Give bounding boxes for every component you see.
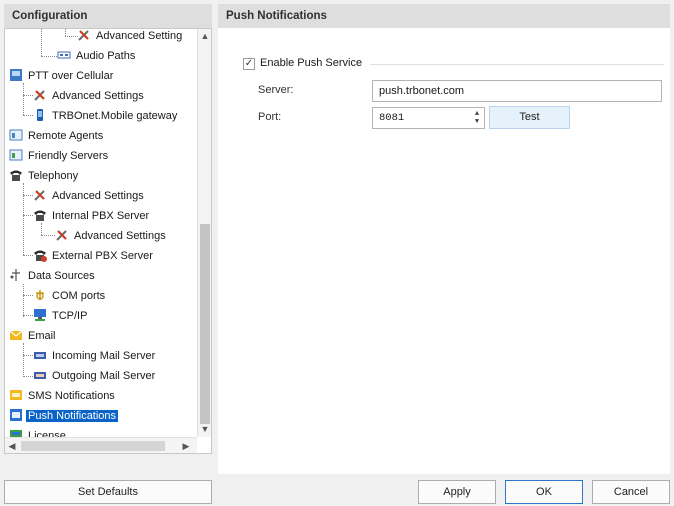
tree-item-push-notifications[interactable]: Push Notifications: [9, 407, 119, 425]
email-icon: [9, 328, 23, 342]
tree-item-tcp-ip[interactable]: TCP/IP: [33, 307, 89, 325]
vertical-scroll-thumb[interactable]: [200, 224, 210, 424]
wrench-icon: [77, 29, 91, 42]
set-defaults-label: Set Defaults: [78, 486, 138, 498]
cancel-button[interactable]: Cancel: [592, 480, 670, 504]
tree-item-email[interactable]: Email: [9, 327, 58, 345]
test-button-label: Test: [519, 111, 540, 123]
tree-item-label: Remote Agents: [28, 130, 104, 143]
set-defaults-button[interactable]: Set Defaults: [4, 480, 212, 504]
data-sources-icon: [9, 268, 23, 282]
port-stepper[interactable]: 8081 ▲ ▼: [372, 107, 485, 129]
tree-item-outgoing-mail-server[interactable]: Outgoing Mail Server: [33, 367, 157, 385]
network-icon: [33, 308, 47, 322]
tree-item-mobile-gateway[interactable]: TRBOnet.Mobile gateway: [33, 107, 179, 125]
tree-item-label: TRBOnet.Mobile gateway: [52, 110, 178, 123]
tree-item-label: Incoming Mail Server: [52, 350, 156, 363]
server-input[interactable]: push.trbonet.com: [372, 80, 662, 102]
configuration-tree[interactable]: Advanced Setting Audio Paths PTT over Ce…: [4, 28, 212, 454]
scroll-down-arrow-icon[interactable]: ▼: [198, 422, 211, 436]
push-notifications-header: Push Notifications: [218, 4, 670, 28]
tree-item-incoming-mail-server[interactable]: Incoming Mail Server: [33, 347, 157, 365]
phone-icon: [9, 168, 23, 182]
server-value: push.trbonet.com: [379, 85, 464, 97]
enable-push-service-label: Enable Push Service: [260, 57, 363, 69]
server-icon: [9, 148, 23, 162]
tree-item-pbx-advanced-settings[interactable]: Advanced Settings: [55, 227, 168, 245]
push-icon: [9, 408, 23, 422]
tree-item-label: Advanced Settings: [52, 190, 144, 203]
tree-item-com-ports[interactable]: COM ports: [33, 287, 107, 305]
tree-item-remote-agents[interactable]: Remote Agents: [9, 127, 105, 145]
scroll-right-arrow-icon[interactable]: ▶: [179, 439, 193, 453]
tree-item-label: Email: [28, 330, 56, 343]
com-port-icon: [33, 288, 47, 302]
tree-item-label: SMS Notifications: [28, 390, 115, 403]
tree-item-label: TCP/IP: [52, 310, 88, 323]
apply-button[interactable]: Apply: [418, 480, 496, 504]
tree-item-label: Friendly Servers: [28, 150, 109, 163]
mobile-icon: [33, 108, 47, 122]
tree-item-data-sources[interactable]: Data Sources: [9, 267, 97, 285]
tree-item-friendly-servers[interactable]: Friendly Servers: [9, 147, 110, 165]
tree-item-external-pbx-server[interactable]: External PBX Server: [33, 247, 155, 265]
tree-horizontal-scrollbar[interactable]: ◀ ▶: [5, 437, 197, 453]
tree-item-telephony-advanced-settings[interactable]: Advanced Settings: [33, 187, 146, 205]
tree-item-label: Outgoing Mail Server: [52, 370, 156, 383]
tree-item-label: COM ports: [52, 290, 106, 303]
tree-item-label: Data Sources: [28, 270, 95, 283]
spin-arrows-icon[interactable]: ▲ ▼: [473, 110, 481, 126]
tree-item-label: External PBX Server: [52, 250, 153, 263]
tree-item-label: Advanced Settings: [74, 230, 166, 243]
tree-vertical-scrollbar[interactable]: ▲ ▼: [197, 29, 211, 437]
sms-icon: [9, 388, 23, 402]
cancel-label: Cancel: [613, 486, 649, 498]
tree-item-ptt-advanced-settings[interactable]: Advanced Settings: [33, 87, 146, 105]
scroll-up-arrow-icon[interactable]: ▲: [198, 29, 211, 43]
tree-item-label: Telephony: [28, 170, 79, 183]
tree-item-label: Advanced Setting: [96, 30, 183, 43]
ok-button[interactable]: OK: [505, 480, 583, 504]
wrench-icon: [33, 88, 47, 102]
external-phone-icon: [33, 248, 47, 263]
tree-item-internal-pbx-server[interactable]: Internal PBX Server: [33, 207, 151, 225]
tree-item-label: Internal PBX Server: [52, 210, 150, 223]
enable-push-service-checkbox[interactable]: ✓: [243, 58, 255, 70]
audio-paths-icon: [57, 48, 71, 62]
configuration-header: Configuration: [4, 4, 212, 28]
wrench-icon: [55, 228, 69, 242]
tree-item-ptt-over-cellular[interactable]: PTT over Cellular: [9, 67, 115, 85]
outgoing-mail-icon: [33, 368, 47, 382]
tree-item-audio-paths[interactable]: Audio Paths: [57, 47, 137, 65]
server-label: Server:: [258, 84, 294, 96]
horizontal-scroll-thumb[interactable]: [21, 441, 165, 451]
tree-item-label: PTT over Cellular: [28, 70, 114, 83]
ok-label: OK: [536, 486, 552, 498]
tree-item-telephony[interactable]: Telephony: [9, 167, 80, 185]
ptt-icon: [9, 68, 23, 82]
tree-item-label: Audio Paths: [76, 50, 136, 63]
port-value: 8081: [379, 112, 405, 124]
port-label: Port:: [258, 111, 282, 123]
agent-icon: [9, 128, 23, 142]
tree-item-label: Push Notifications: [26, 410, 119, 423]
wrench-icon: [33, 188, 47, 202]
group-divider: [370, 64, 664, 65]
checkmark-icon: ✓: [244, 58, 254, 69]
push-notifications-panel: ✓ Enable Push Service Server: push.trbon…: [218, 28, 670, 474]
tree-item-advanced-setting-audio[interactable]: Advanced Setting: [77, 29, 184, 45]
incoming-mail-icon: [33, 348, 47, 362]
configuration-title: Configuration: [12, 10, 88, 22]
test-button[interactable]: Test: [489, 106, 570, 129]
tree-item-label: Advanced Settings: [52, 90, 144, 103]
push-notifications-title: Push Notifications: [226, 10, 327, 22]
phone-icon: [33, 208, 47, 222]
tree-item-sms-notifications[interactable]: SMS Notifications: [9, 387, 117, 405]
apply-label: Apply: [443, 486, 471, 498]
scroll-left-arrow-icon[interactable]: ◀: [5, 439, 19, 453]
